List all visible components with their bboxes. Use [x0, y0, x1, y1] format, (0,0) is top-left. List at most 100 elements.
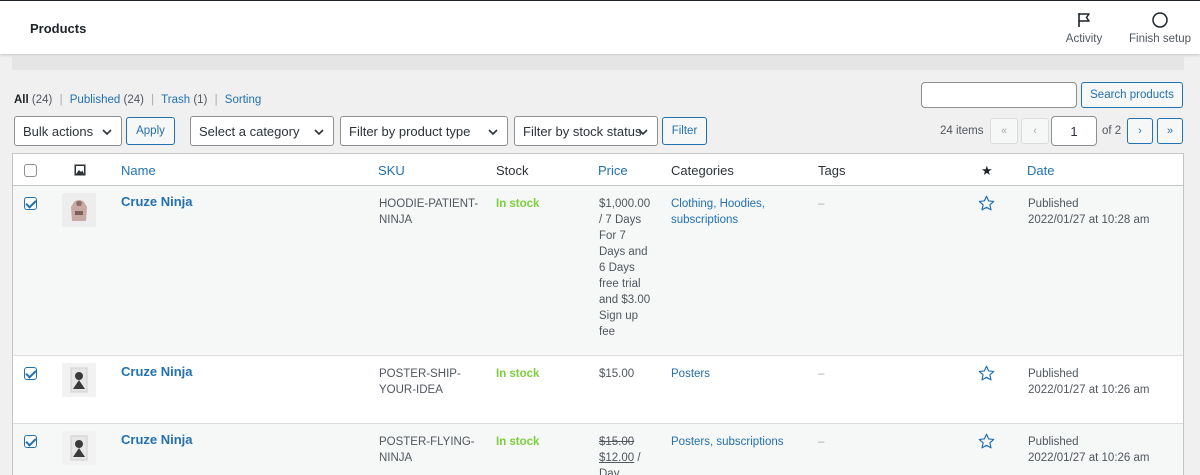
status-views: All (24) | Published (24) | Trash (1) | … [14, 94, 261, 106]
column-tags: Tags [818, 163, 846, 178]
prev-page-button[interactable]: ‹ [1021, 118, 1049, 144]
category-line[interactable]: subscriptions [671, 212, 765, 228]
column-name[interactable]: Name [121, 163, 156, 178]
row-checkbox[interactable] [24, 367, 37, 380]
price-line: 6 Days [599, 262, 635, 274]
product-categories[interactable]: Posters, subscriptions [671, 434, 784, 450]
product-thumbnail[interactable] [62, 193, 96, 227]
first-page-button[interactable]: « [990, 118, 1018, 144]
product-type-select-label: Filter by product type [349, 123, 471, 139]
search-input[interactable] [921, 82, 1077, 108]
current-page-input[interactable]: 1 [1051, 116, 1097, 146]
table-row: Cruze Ninja POSTER-FLYING- NINJA In stoc… [13, 424, 1183, 475]
date-status: Published [1028, 198, 1079, 210]
view-separator: | [214, 94, 218, 106]
product-date: Published 2022/01/27 at 10:26 am [1028, 434, 1150, 466]
product-price: $15.00 $12.00 / Day [599, 434, 641, 475]
row-checkbox[interactable] [24, 197, 37, 210]
table-row: Cruze Ninja POSTER-SHIP- YOUR-IDEA In st… [13, 356, 1183, 424]
date-value: 2022/01/27 at 10:26 am [1028, 384, 1150, 396]
poster-image-icon [62, 363, 96, 397]
category-select[interactable]: Select a category [190, 116, 334, 146]
category-line[interactable]: Posters [671, 366, 710, 382]
stock-status: In stock [496, 368, 540, 380]
image-icon [74, 164, 86, 176]
product-thumbnail[interactable] [62, 363, 96, 397]
stock-status-select-label: Filter by stock status [523, 123, 642, 139]
next-page-button[interactable]: › [1127, 118, 1153, 144]
view-all-count: (24) [31, 94, 53, 106]
select-all-checkbox[interactable] [24, 164, 37, 177]
view-sorting-link[interactable]: Sorting [225, 94, 261, 106]
product-sku: POSTER-SHIP- YOUR-IDEA [379, 366, 461, 398]
price-line: fee [599, 326, 615, 338]
star-outline-icon[interactable] [978, 195, 995, 212]
product-price: $15.00 [599, 366, 634, 382]
sale-price: $12.00 [599, 452, 635, 464]
category-line[interactable]: Posters, subscriptions [671, 434, 784, 450]
column-date[interactable]: Date [1027, 163, 1054, 178]
product-categories[interactable]: Clothing, Hoodies, subscriptions [671, 196, 765, 228]
product-name-link[interactable]: Cruze Ninja [121, 432, 193, 448]
category-select-label: Select a category [199, 123, 300, 139]
sku-line: POSTER-FLYING- [379, 436, 475, 448]
product-tags: – [818, 368, 825, 380]
column-stock: Stock [496, 163, 529, 178]
product-name-link[interactable]: Cruze Ninja [121, 194, 193, 210]
price-line: free trial [599, 278, 641, 290]
chevron-down-icon [314, 129, 324, 136]
star-outline-icon[interactable] [978, 365, 995, 382]
price-line: $15.00 [599, 368, 635, 380]
column-featured-star-icon[interactable]: ★ [981, 163, 993, 179]
top-bar: Products Activity Finish setup [0, 0, 1200, 54]
finish-setup-label: Finish setup [1128, 33, 1191, 45]
column-sku[interactable]: SKU [378, 163, 405, 178]
sku-line: NINJA [379, 452, 413, 464]
bulk-actions-select[interactable]: Bulk actions [14, 116, 122, 146]
column-price[interactable]: Price [598, 163, 628, 178]
search-products-button[interactable]: Search products [1081, 82, 1183, 108]
total-pages: of 2 [1102, 125, 1122, 137]
product-sku: HOODIE-PATIENT- NINJA [379, 196, 478, 228]
apply-button[interactable]: Apply [126, 117, 175, 145]
activity-button[interactable]: Activity [1060, 11, 1108, 45]
last-page-button[interactable]: » [1157, 118, 1183, 144]
sku-line: NINJA [379, 214, 413, 226]
price-line: For 7 [599, 230, 626, 242]
chevron-down-icon [102, 129, 112, 136]
product-name-link[interactable]: Cruze Ninja [121, 364, 193, 380]
product-type-select[interactable]: Filter by product type [340, 116, 508, 146]
sale-price-line: $12.00 / [599, 450, 641, 466]
product-tags: – [818, 198, 825, 210]
product-categories[interactable]: Posters [671, 366, 710, 382]
product-thumbnail[interactable] [62, 431, 96, 465]
row-checkbox[interactable] [24, 435, 37, 448]
sku-line: HOODIE-PATIENT- [379, 198, 479, 210]
finish-setup-button[interactable]: Finish setup [1126, 11, 1194, 45]
stock-status-select[interactable]: Filter by stock status [514, 116, 658, 146]
table-header: Name SKU Stock Price Categories Tags ★ D… [13, 154, 1183, 186]
filter-button[interactable]: Filter [662, 117, 707, 145]
price-line: and $3.00 [599, 294, 651, 306]
category-line[interactable]: Clothing, Hoodies, [671, 196, 765, 212]
hoodie-image-icon [62, 193, 96, 227]
product-sku: POSTER-FLYING- NINJA [379, 434, 475, 466]
view-published-link[interactable]: Published [70, 94, 121, 106]
price-line: $1,000.00 [599, 198, 651, 210]
chevron-down-icon [488, 129, 498, 136]
regular-price: $15.00 [599, 436, 635, 448]
view-all-link[interactable]: All [14, 94, 29, 106]
date-status: Published [1028, 368, 1079, 380]
view-published-count: (24) [123, 94, 144, 106]
product-date: Published 2022/01/27 at 10:26 am [1028, 366, 1150, 398]
page-title: Products [30, 21, 87, 36]
view-trash-link[interactable]: Trash [161, 94, 190, 106]
star-outline-icon[interactable] [978, 433, 995, 450]
poster-image-icon [62, 431, 96, 465]
bulk-actions-label: Bulk actions [23, 123, 94, 139]
product-tags: – [818, 436, 825, 448]
stock-status: In stock [496, 198, 540, 210]
product-price: $1,000.00 / 7 Days For 7 Days and 6 Days… [599, 196, 650, 340]
items-count: 24 items [940, 125, 984, 137]
date-status: Published [1028, 436, 1079, 448]
